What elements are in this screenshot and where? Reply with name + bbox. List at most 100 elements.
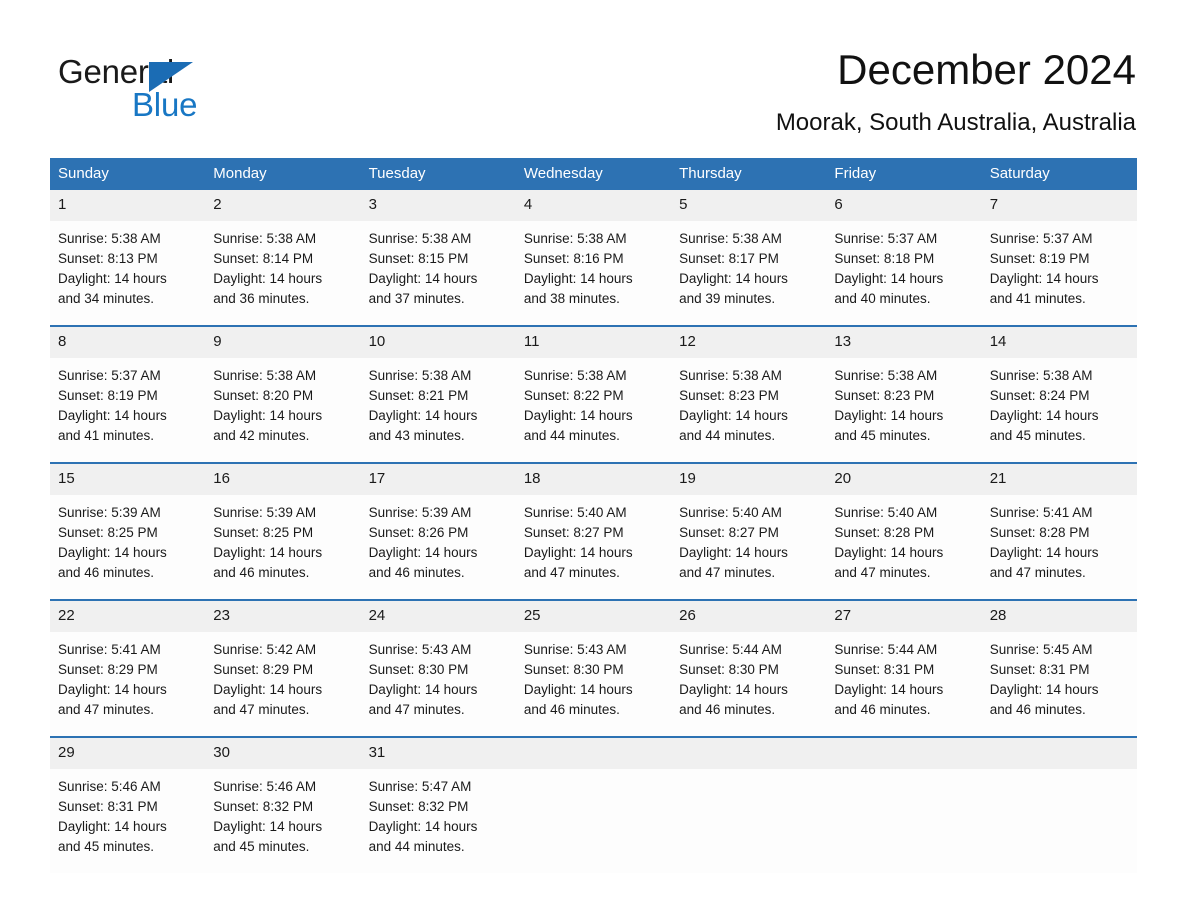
sunrise-text: Sunrise: 5:39 AM: [213, 505, 317, 520]
sunset-text: Sunset: 8:24 PM: [989, 388, 1090, 403]
sunset-text: Sunset: 8:16 PM: [523, 251, 624, 266]
day-number[interactable]: 12: [671, 327, 826, 358]
daylight-text-line2: and 46 minutes.: [989, 702, 1086, 717]
day-detail[interactable]: Sunrise: 5:41 AM Sunset: 8:29 PM Dayligh…: [50, 632, 205, 736]
sunrise-text: Sunrise: 5:38 AM: [368, 231, 472, 246]
sunrise-text: Sunrise: 5:41 AM: [58, 642, 161, 657]
sunset-text: Sunset: 8:27 PM: [679, 525, 779, 540]
day-detail[interactable]: Sunrise: 5:38 AM Sunset: 8:17 PM Dayligh…: [671, 221, 826, 325]
day-detail[interactable]: Sunrise: 5:40 AM Sunset: 8:27 PM Dayligh…: [516, 495, 671, 599]
daylight-text-line1: Daylight: 14 hours: [679, 408, 788, 423]
day-number[interactable]: 10: [361, 327, 516, 358]
day-detail[interactable]: Sunrise: 5:37 AM Sunset: 8:19 PM Dayligh…: [50, 358, 205, 462]
day-number[interactable]: 20: [826, 464, 981, 495]
daylight-text-line2: and 47 minutes.: [523, 565, 620, 580]
day-number[interactable]: 29: [50, 738, 205, 769]
day-detail[interactable]: Sunrise: 5:40 AM Sunset: 8:28 PM Dayligh…: [826, 495, 981, 599]
day-detail[interactable]: Sunrise: 5:38 AM Sunset: 8:22 PM Dayligh…: [516, 358, 671, 462]
day-number[interactable]: 11: [516, 327, 671, 358]
day-detail[interactable]: Sunrise: 5:37 AM Sunset: 8:19 PM Dayligh…: [982, 221, 1137, 325]
day-number[interactable]: 27: [826, 601, 981, 632]
day-number[interactable]: 28: [982, 601, 1137, 632]
day-number[interactable]: 26: [671, 601, 826, 632]
day-detail[interactable]: Sunrise: 5:38 AM Sunset: 8:21 PM Dayligh…: [361, 358, 516, 462]
daylight-text-line2: and 47 minutes.: [213, 702, 310, 717]
day-detail[interactable]: Sunrise: 5:41 AM Sunset: 8:28 PM Dayligh…: [982, 495, 1137, 599]
daylight-text-line1: Daylight: 14 hours: [368, 408, 478, 423]
day-number[interactable]: 23: [205, 601, 360, 632]
day-number[interactable]: 8: [50, 327, 205, 358]
day-number[interactable]: 4: [516, 190, 671, 221]
daylight-text-line1: Daylight: 14 hours: [989, 545, 1099, 560]
day-detail[interactable]: Sunrise: 5:38 AM Sunset: 8:16 PM Dayligh…: [516, 221, 671, 325]
day-number[interactable]: 7: [982, 190, 1137, 221]
day-number[interactable]: 18: [516, 464, 671, 495]
day-number[interactable]: 16: [205, 464, 360, 495]
daylight-text-line1: Daylight: 14 hours: [834, 408, 944, 423]
day-detail[interactable]: Sunrise: 5:44 AM Sunset: 8:30 PM Dayligh…: [671, 632, 826, 736]
calendar-table: Sunday Monday Tuesday Wednesday Thursday…: [50, 158, 1137, 873]
day-detail[interactable]: Sunrise: 5:38 AM Sunset: 8:20 PM Dayligh…: [205, 358, 360, 462]
daylight-text-line1: Daylight: 14 hours: [989, 682, 1099, 697]
day-number-empty: [516, 738, 671, 769]
day-detail[interactable]: Sunrise: 5:43 AM Sunset: 8:30 PM Dayligh…: [361, 632, 516, 736]
daylight-text-line2: and 41 minutes.: [989, 291, 1086, 306]
daylight-text-line1: Daylight: 14 hours: [58, 819, 167, 834]
daylight-text-line2: and 34 minutes.: [58, 291, 155, 306]
day-number[interactable]: 31: [361, 738, 516, 769]
day-detail[interactable]: Sunrise: 5:38 AM Sunset: 8:23 PM Dayligh…: [826, 358, 981, 462]
week-row: 15 16 17 18 19 20 21 Sunrise: 5:39 AM Su…: [50, 462, 1137, 599]
day-number[interactable]: 6: [826, 190, 981, 221]
daylight-text-line1: Daylight: 14 hours: [834, 545, 944, 560]
day-detail[interactable]: Sunrise: 5:38 AM Sunset: 8:13 PM Dayligh…: [50, 221, 205, 325]
day-detail[interactable]: Sunrise: 5:42 AM Sunset: 8:29 PM Dayligh…: [205, 632, 360, 736]
day-number[interactable]: 22: [50, 601, 205, 632]
day-detail[interactable]: Sunrise: 5:43 AM Sunset: 8:30 PM Dayligh…: [516, 632, 671, 736]
day-detail[interactable]: Sunrise: 5:46 AM Sunset: 8:31 PM Dayligh…: [50, 769, 205, 873]
day-detail[interactable]: Sunrise: 5:44 AM Sunset: 8:31 PM Dayligh…: [826, 632, 981, 736]
day-number[interactable]: 14: [982, 327, 1137, 358]
day-number[interactable]: 21: [982, 464, 1137, 495]
day-number[interactable]: 2: [205, 190, 360, 221]
day-number[interactable]: 9: [205, 327, 360, 358]
sunrise-text: Sunrise: 5:38 AM: [679, 231, 782, 246]
day-number[interactable]: 5: [671, 190, 826, 221]
day-detail[interactable]: Sunrise: 5:38 AM Sunset: 8:23 PM Dayligh…: [671, 358, 826, 462]
day-number[interactable]: 1: [50, 190, 205, 221]
daylight-text-line2: and 41 minutes.: [58, 428, 155, 443]
day-number[interactable]: 13: [826, 327, 981, 358]
day-number[interactable]: 3: [361, 190, 516, 221]
day-detail[interactable]: Sunrise: 5:37 AM Sunset: 8:18 PM Dayligh…: [826, 221, 981, 325]
sunrise-text: Sunrise: 5:46 AM: [213, 779, 317, 794]
daylight-text-line1: Daylight: 14 hours: [523, 271, 633, 286]
daylight-text-line2: and 46 minutes.: [368, 565, 465, 580]
day-detail[interactable]: Sunrise: 5:39 AM Sunset: 8:26 PM Dayligh…: [361, 495, 516, 599]
weekday-header-tuesday: Tuesday: [368, 165, 426, 182]
day-number[interactable]: 17: [361, 464, 516, 495]
day-number[interactable]: 25: [516, 601, 671, 632]
sunset-text: Sunset: 8:32 PM: [213, 799, 314, 814]
day-detail[interactable]: Sunrise: 5:39 AM Sunset: 8:25 PM Dayligh…: [50, 495, 205, 599]
day-detail[interactable]: Sunrise: 5:47 AM Sunset: 8:32 PM Dayligh…: [361, 769, 516, 873]
day-number[interactable]: 19: [671, 464, 826, 495]
daylight-text-line2: and 40 minutes.: [834, 291, 931, 306]
day-detail[interactable]: Sunrise: 5:40 AM Sunset: 8:27 PM Dayligh…: [671, 495, 826, 599]
sunset-text: Sunset: 8:31 PM: [58, 799, 158, 814]
day-detail[interactable]: Sunrise: 5:38 AM Sunset: 8:15 PM Dayligh…: [361, 221, 516, 325]
day-number[interactable]: 30: [205, 738, 360, 769]
daylight-text-line2: and 46 minutes.: [523, 702, 620, 717]
day-detail[interactable]: Sunrise: 5:38 AM Sunset: 8:14 PM Dayligh…: [205, 221, 360, 325]
sunset-text: Sunset: 8:31 PM: [834, 662, 935, 677]
sunrise-text: Sunrise: 5:43 AM: [368, 642, 472, 657]
day-detail[interactable]: Sunrise: 5:45 AM Sunset: 8:31 PM Dayligh…: [982, 632, 1137, 736]
day-number[interactable]: 24: [361, 601, 516, 632]
daylight-text-line1: Daylight: 14 hours: [213, 682, 323, 697]
day-detail[interactable]: Sunrise: 5:46 AM Sunset: 8:32 PM Dayligh…: [205, 769, 360, 873]
day-detail[interactable]: Sunrise: 5:39 AM Sunset: 8:25 PM Dayligh…: [205, 495, 360, 599]
sunset-text: Sunset: 8:30 PM: [523, 662, 624, 677]
generalblue-logo[interactable]: General Blue: [58, 52, 318, 130]
sunset-text: Sunset: 8:30 PM: [679, 662, 779, 677]
day-number[interactable]: 15: [50, 464, 205, 495]
daylight-text-line2: and 43 minutes.: [368, 428, 465, 443]
day-detail[interactable]: Sunrise: 5:38 AM Sunset: 8:24 PM Dayligh…: [982, 358, 1137, 462]
